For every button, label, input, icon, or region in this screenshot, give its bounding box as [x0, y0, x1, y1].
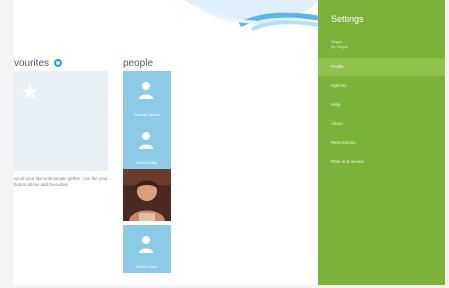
clouds-banner: [184, 0, 318, 31]
settings-title: Settings: [331, 14, 364, 24]
settings-menu: Profile Options Help About Permissions R…: [318, 58, 445, 172]
favourites-tile[interactable]: ★: [14, 71, 108, 171]
menu-item-profile[interactable]: Profile: [318, 58, 445, 76]
contact-name: Rebeca Tanner: [134, 113, 160, 117]
menu-item-about[interactable]: About: [318, 115, 445, 133]
favourites-title: vourites: [14, 58, 50, 69]
app-publisher: By Skype: [331, 44, 348, 49]
contact-tile[interactable]: Kevin Kailey: [123, 121, 171, 169]
people-title: people: [123, 58, 154, 69]
contact-name: Kevin Kailey: [136, 161, 158, 165]
settings-pane: Settings Skype By Skype Profile Options …: [318, 0, 445, 285]
add-favourite-icon[interactable]: [54, 59, 62, 67]
skype-home: vourites ★ op all your favourite people …: [14, 0, 318, 285]
menu-item-options[interactable]: Options: [318, 77, 445, 95]
star-icon: ★: [20, 79, 40, 104]
menu-item-permissions[interactable]: Permissions: [318, 134, 445, 152]
left-border: [0, 0, 14, 288]
person-icon: [139, 82, 153, 99]
contact-tile[interactable]: Dennis Mark: [123, 225, 171, 273]
settings-app-info: Skype By Skype: [331, 39, 348, 49]
right-border: [445, 0, 449, 288]
contact-tile[interactable]: Rebeca Tanner: [123, 71, 171, 121]
contact-photo-tile[interactable]: [123, 169, 171, 221]
menu-item-rate-review[interactable]: Rate and review: [318, 153, 445, 171]
screen: vourites ★ op all your favourite people …: [0, 0, 449, 288]
contact-name: Dennis Mark: [136, 265, 158, 269]
person-icon: [139, 236, 153, 253]
favourites-help-text: op all your favourite people gether. Use…: [14, 176, 108, 187]
contact-photo: [123, 169, 171, 221]
people-list: Rebeca Tanner Kevin Kailey Dennis Mark: [123, 71, 171, 273]
person-icon: [139, 132, 153, 149]
menu-item-help[interactable]: Help: [318, 96, 445, 114]
